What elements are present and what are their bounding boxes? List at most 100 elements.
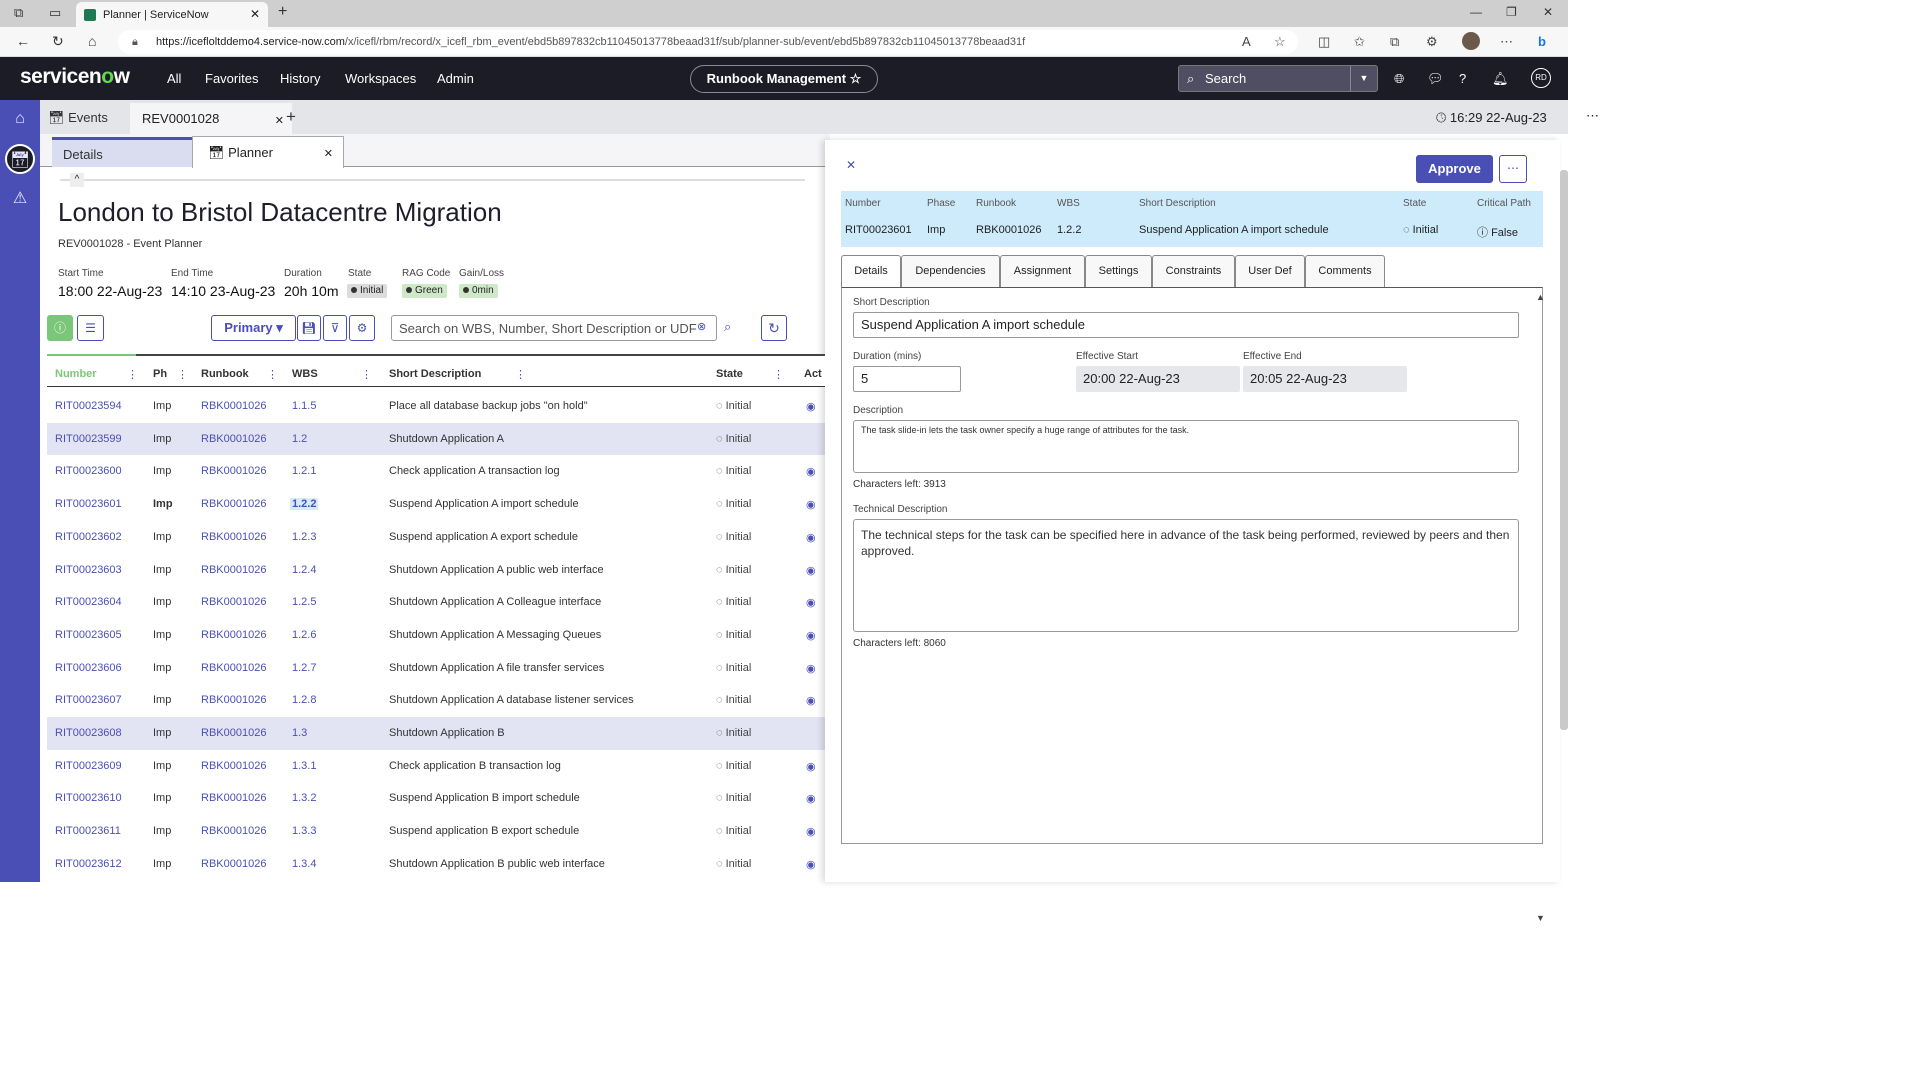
col-state[interactable]: State (716, 368, 743, 380)
wbs-link[interactable]: 1.2.8 (292, 694, 316, 706)
table-row[interactable]: RIT00023609 Imp RBK0001026 1.3.1 Check appli… (47, 750, 825, 783)
wbs-link[interactable]: 1.3.1 (292, 760, 316, 772)
task-number-link[interactable]: RIT00023606 (55, 662, 122, 674)
col-desc-menu-icon[interactable]: ⋮ (515, 368, 526, 381)
refresh-icon[interactable]: ↻ (52, 33, 64, 50)
table-row[interactable]: RIT00023608 Imp RBK0001026 1.3 Shutdown Appl… (47, 717, 825, 750)
col-number[interactable]: Number (55, 368, 97, 380)
extensions-icon[interactable]: ⚙ (1426, 34, 1438, 50)
wbs-link[interactable]: 1.3.2 (292, 792, 316, 804)
runbook-link[interactable]: RBK0001026 (201, 662, 266, 674)
runbook-link[interactable]: RBK0001026 (201, 596, 266, 608)
view-eye-icon[interactable]: ◉ (806, 596, 816, 609)
task-number-link[interactable]: RIT00023604 (55, 596, 122, 608)
runbook-link[interactable]: RBK0001026 (201, 760, 266, 772)
runbook-link[interactable]: RBK0001026 (201, 792, 266, 804)
servicenow-logo[interactable]: servicenow (20, 65, 130, 89)
events-calendar-icon[interactable]: 📅︎ (5, 144, 35, 174)
wbs-link[interactable]: 1.2.2 (290, 498, 319, 511)
profile-avatar[interactable] (1462, 32, 1480, 50)
wbs-link[interactable]: 1.2.1 (292, 465, 316, 477)
task-number-link[interactable]: RIT00023607 (55, 694, 122, 706)
wbs-link[interactable]: 1.2.5 (292, 596, 316, 608)
panel-more-button[interactable]: ⋯ (1499, 155, 1527, 183)
copilot-icon[interactable]: b (1538, 34, 1546, 49)
info-toggle-button[interactable]: ⓘ (47, 315, 73, 341)
clear-search-icon[interactable]: ⊗ (697, 320, 706, 333)
browser-menu-icon[interactable]: ⋯ (1500, 34, 1513, 50)
chat-icon[interactable]: 💬︎ (1427, 71, 1444, 87)
url-field[interactable]: 🔒︎ https://icefloltddemo4.service-now.co… (118, 30, 1298, 54)
wbs-link[interactable]: 1.2.3 (292, 531, 316, 543)
filter-icon[interactable]: ⊽ (323, 315, 347, 341)
col-state-menu-icon[interactable]: ⋮ (773, 368, 784, 381)
table-row[interactable]: RIT00023604 Imp RBK0001026 1.2.5 Shutdown Ap… (47, 586, 825, 619)
tab-details[interactable]: Details (841, 255, 901, 288)
close-panel-icon[interactable]: ✕ (846, 158, 856, 172)
table-row[interactable]: RIT00023602 Imp RBK0001026 1.2.3 Suspend app… (47, 521, 825, 554)
notifications-bell-icon[interactable]: 🔔︎ (1492, 71, 1509, 87)
view-eye-icon[interactable]: ◉ (806, 694, 816, 707)
scroll-up-icon[interactable]: ▲ (1536, 292, 1545, 302)
global-search[interactable]: ⌕ Search ▼ (1178, 65, 1378, 92)
runbook-link[interactable]: RBK0001026 (201, 531, 266, 543)
task-number-link[interactable]: RIT00023601 (55, 498, 122, 510)
task-number-link[interactable]: RIT00023610 (55, 792, 122, 804)
view-selector-button[interactable]: Primary ▾ (211, 315, 296, 341)
task-number-link[interactable]: RIT00023594 (55, 400, 122, 412)
vertical-tabs-icon[interactable]: ▭ (49, 5, 61, 21)
task-number-link[interactable]: RIT00023603 (55, 564, 122, 576)
table-row[interactable]: RIT00023599 Imp RBK0001026 1.2 Shutdown Appl… (47, 422, 825, 456)
new-tab-icon[interactable]: + (278, 3, 287, 21)
table-row[interactable]: RIT00023610 Imp RBK0001026 1.3.2 Suspend App… (47, 782, 825, 815)
save-icon[interactable]: 💾︎ (297, 315, 321, 341)
description-textarea[interactable]: The task slide-in lets the task owner sp… (853, 420, 1519, 473)
warning-icon[interactable]: ⚠ (0, 188, 40, 208)
globe-icon[interactable]: 🌐︎ (1394, 71, 1404, 87)
col-phase-menu-icon[interactable]: ⋮ (177, 368, 188, 381)
wbs-link[interactable]: 1.3.3 (292, 825, 316, 837)
runbook-link[interactable]: RBK0001026 (201, 465, 266, 477)
list-view-button[interactable]: ☰ (77, 315, 104, 341)
duration-input[interactable]: 5 (853, 366, 961, 392)
restore-icon[interactable]: ❐ (1506, 5, 1517, 19)
table-row[interactable]: RIT00023601 Imp RBK0001026 1.2.2 Suspend App… (47, 488, 825, 521)
approve-button[interactable]: Approve (1416, 155, 1493, 183)
tab-comments[interactable]: Comments (1305, 255, 1385, 288)
runbook-link[interactable]: RBK0001026 (201, 498, 266, 510)
nav-favorites[interactable]: Favorites (205, 71, 258, 86)
subtab-details[interactable]: Details (52, 137, 192, 167)
table-row[interactable]: RIT00023594 Imp RBK0001026 1.1.5 Place all d… (47, 390, 825, 423)
wbs-link[interactable]: 1.3.4 (292, 858, 316, 870)
help-icon[interactable]: ? (1459, 71, 1466, 86)
col-runbook-menu-icon[interactable]: ⋮ (267, 368, 278, 381)
nav-all[interactable]: All (167, 71, 181, 86)
col-number-menu-icon[interactable]: ⋮ (127, 368, 138, 381)
tab-user-def[interactable]: User Def (1235, 255, 1305, 288)
table-row[interactable]: RIT00023600 Imp RBK0001026 1.2.1 Check appli… (47, 455, 825, 488)
favorites-icon[interactable]: ✩ (1354, 34, 1365, 50)
wbs-link[interactable]: 1.2.6 (292, 629, 316, 641)
task-number-link[interactable]: RIT00023611 (55, 825, 121, 837)
runbook-link[interactable]: RBK0001026 (201, 564, 266, 576)
view-eye-icon[interactable]: ◉ (806, 629, 816, 642)
panel-scrollbar[interactable] (1560, 170, 1568, 730)
tab-dependencies[interactable]: Dependencies (901, 255, 1000, 288)
favorite-star-icon[interactable]: ☆ (1274, 34, 1286, 50)
task-number-link[interactable]: RIT00023608 (55, 727, 122, 739)
runbook-link[interactable]: RBK0001026 (201, 858, 266, 870)
table-row[interactable]: RIT00023611 Imp RBK0001026 1.3.3 Suspend app… (47, 815, 825, 848)
collapse-chevron-up-icon[interactable]: ^ (70, 173, 84, 187)
view-eye-icon[interactable]: ◉ (806, 400, 816, 413)
table-row[interactable]: RIT00023606 Imp RBK0001026 1.2.7 Shutdown Ap… (47, 652, 825, 685)
view-eye-icon[interactable]: ◉ (806, 858, 816, 871)
task-number-link[interactable]: RIT00023599 (55, 433, 122, 445)
table-row[interactable]: RIT00023603 Imp RBK0001026 1.2.4 Shutdown Ap… (47, 554, 825, 587)
runbook-link[interactable]: RBK0001026 (201, 400, 266, 412)
task-number-link[interactable]: RIT00023612 (55, 858, 122, 870)
close-tab-icon[interactable]: ✕ (250, 7, 260, 21)
runbook-link[interactable]: RBK0001026 (201, 825, 266, 837)
task-number-link[interactable]: RIT00023602 (55, 531, 122, 543)
col-wbs-menu-icon[interactable]: ⋮ (361, 368, 372, 381)
read-aloud-icon[interactable]: A (1242, 34, 1251, 49)
